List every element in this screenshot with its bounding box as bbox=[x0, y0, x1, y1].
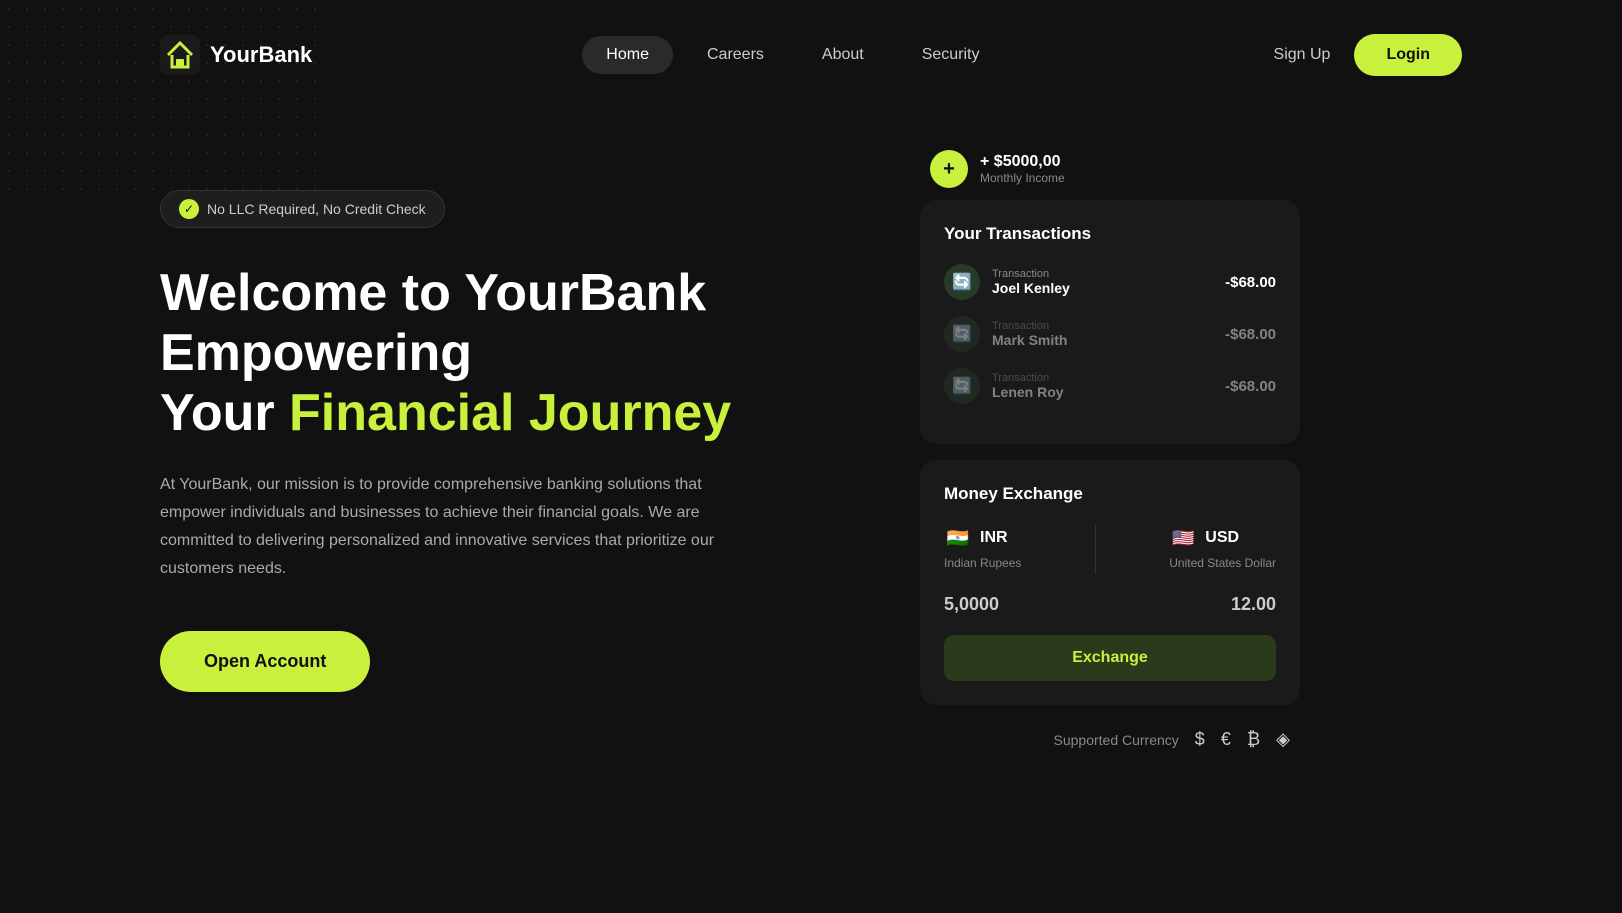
nav-links: Home Careers About Security bbox=[582, 36, 1003, 74]
currency-from-code: INR bbox=[980, 529, 1008, 547]
transactions-card: Your Transactions 🔄 Transaction Joel Ken… bbox=[920, 200, 1300, 444]
currency-to-top: 🇺🇸 USD bbox=[1169, 524, 1276, 552]
exchange-button[interactable]: Exchange bbox=[944, 635, 1276, 681]
transaction-type-1: Transaction bbox=[992, 320, 1067, 332]
income-info: + $5000,00 Monthly Income bbox=[980, 153, 1065, 185]
transaction-amount-0: -$68.00 bbox=[1225, 274, 1276, 291]
supported-currency: Supported Currency $ € ₿ ◈ bbox=[920, 729, 1300, 750]
currency-to: 🇺🇸 USD United States Dollar bbox=[1169, 524, 1276, 570]
currency-divider bbox=[1095, 524, 1096, 574]
nav-link-security[interactable]: Security bbox=[898, 36, 1004, 74]
currency-to-name: United States Dollar bbox=[1169, 556, 1276, 570]
currency-symbol-euro: € bbox=[1221, 729, 1231, 750]
exchange-to-value: 12.00 bbox=[1231, 594, 1276, 615]
exchange-values: 5,0000 12.00 bbox=[944, 594, 1276, 615]
hero-title-line1: Welcome to YourBank Empowering bbox=[160, 264, 706, 382]
currency-row: 🇮🇳 INR Indian Rupees 🇺🇸 USD United State… bbox=[944, 524, 1276, 574]
main-content: ✓ No LLC Required, No Credit Check Welco… bbox=[0, 110, 1622, 810]
logo-area[interactable]: YourBank bbox=[160, 35, 312, 75]
nav-auth: Sign Up Login bbox=[1274, 34, 1462, 76]
hero-section: ✓ No LLC Required, No Credit Check Welco… bbox=[160, 150, 860, 692]
transaction-icon-1: 🔄 bbox=[944, 316, 980, 352]
income-label: Monthly Income bbox=[980, 171, 1065, 185]
transaction-icon-2: 🔄 bbox=[944, 368, 980, 404]
transaction-left-2: 🔄 Transaction Lenen Roy bbox=[944, 368, 1064, 404]
navbar: YourBank Home Careers About Security Sig… bbox=[0, 0, 1622, 110]
signup-button[interactable]: Sign Up bbox=[1274, 46, 1331, 64]
currency-from-top: 🇮🇳 INR bbox=[944, 524, 1021, 552]
currency-symbol-bitcoin: ₿ bbox=[1247, 729, 1260, 750]
right-panel: + + $5000,00 Monthly Income Your Transac… bbox=[920, 150, 1300, 750]
hero-title: Welcome to YourBank Empowering Your Fina… bbox=[160, 264, 860, 443]
transactions-title: Your Transactions bbox=[944, 224, 1276, 244]
currency-symbol-other: ◈ bbox=[1276, 729, 1290, 750]
hero-description: At YourBank, our mission is to provide c… bbox=[160, 471, 720, 583]
logo-icon bbox=[160, 35, 200, 75]
hero-title-line2: Your bbox=[160, 384, 289, 442]
transaction-item-faded-1: 🔄 Transaction Mark Smith -$68.00 bbox=[944, 316, 1276, 352]
currency-symbol-dollar: $ bbox=[1195, 729, 1205, 750]
transaction-type-0: Transaction bbox=[992, 268, 1070, 280]
open-account-button[interactable]: Open Account bbox=[160, 631, 370, 692]
supported-currency-label: Supported Currency bbox=[1054, 732, 1179, 748]
nav-link-careers[interactable]: Careers bbox=[683, 36, 788, 74]
transaction-amount-1: -$68.00 bbox=[1225, 326, 1276, 343]
badge-check-icon: ✓ bbox=[179, 199, 199, 219]
currency-to-flag: 🇺🇸 bbox=[1169, 524, 1197, 552]
income-amount: + $5000,00 bbox=[980, 153, 1065, 171]
transaction-item-faded-2: 🔄 Transaction Lenen Roy -$68.00 bbox=[944, 368, 1276, 404]
transaction-type-2: Transaction bbox=[992, 372, 1064, 384]
transaction-info-2: Transaction Lenen Roy bbox=[992, 372, 1064, 400]
nav-link-home[interactable]: Home bbox=[582, 36, 673, 74]
transaction-left: 🔄 Transaction Joel Kenley bbox=[944, 264, 1070, 300]
currency-from: 🇮🇳 INR Indian Rupees bbox=[944, 524, 1021, 570]
logo-text: YourBank bbox=[210, 42, 312, 68]
transaction-left-1: 🔄 Transaction Mark Smith bbox=[944, 316, 1067, 352]
currency-from-flag: 🇮🇳 bbox=[944, 524, 972, 552]
currency-from-name: Indian Rupees bbox=[944, 556, 1021, 570]
transaction-name-2: Lenen Roy bbox=[992, 384, 1064, 400]
exchange-title: Money Exchange bbox=[944, 484, 1276, 504]
hero-badge: ✓ No LLC Required, No Credit Check bbox=[160, 190, 445, 228]
transaction-info-0: Transaction Joel Kenley bbox=[992, 268, 1070, 296]
income-icon: + bbox=[930, 150, 968, 188]
nav-link-about[interactable]: About bbox=[798, 36, 888, 74]
badge-text: No LLC Required, No Credit Check bbox=[207, 201, 426, 217]
exchange-card: Money Exchange 🇮🇳 INR Indian Rupees 🇺🇸 U… bbox=[920, 460, 1300, 705]
transaction-name-1: Mark Smith bbox=[992, 332, 1067, 348]
transaction-icon-0: 🔄 bbox=[944, 264, 980, 300]
currency-to-code: USD bbox=[1205, 529, 1239, 547]
transaction-info-1: Transaction Mark Smith bbox=[992, 320, 1067, 348]
transaction-amount-2: -$68.00 bbox=[1225, 378, 1276, 395]
income-card: + + $5000,00 Monthly Income bbox=[920, 150, 1300, 188]
transaction-name-0: Joel Kenley bbox=[992, 280, 1070, 296]
exchange-from-value: 5,0000 bbox=[944, 594, 999, 615]
hero-title-highlight: Financial Journey bbox=[289, 384, 731, 442]
login-button[interactable]: Login bbox=[1354, 34, 1462, 76]
transaction-item: 🔄 Transaction Joel Kenley -$68.00 bbox=[944, 264, 1276, 300]
